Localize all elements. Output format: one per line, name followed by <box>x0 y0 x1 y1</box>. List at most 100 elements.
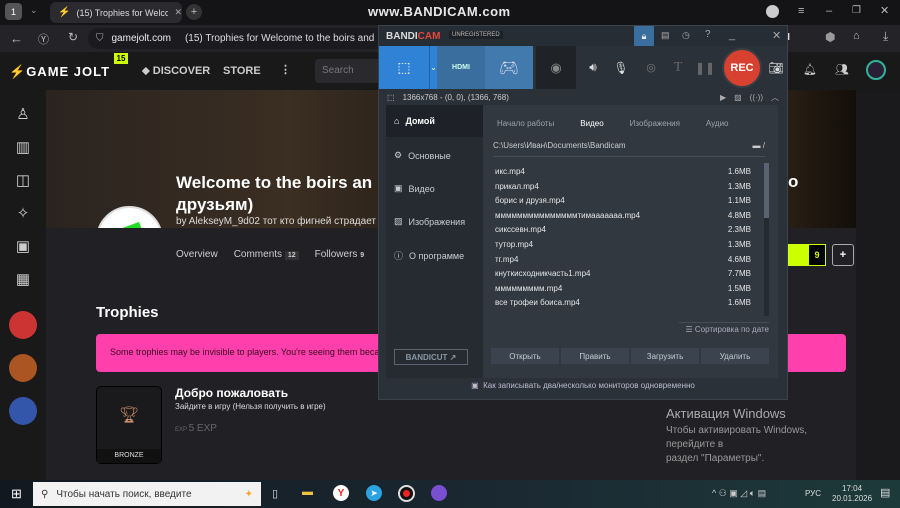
taskbar-search[interactable]: ⚲ Чтобы начать поиск, введите ✦ <box>33 482 261 506</box>
friends-icon[interactable]: 👥︎ <box>835 63 849 76</box>
screen-area-mode-button[interactable]: ⬚ <box>379 46 429 89</box>
upload-button[interactable]: Загрузить <box>631 348 699 364</box>
tab-counter[interactable]: 1 <box>5 3 22 20</box>
file-list-scrollbar[interactable] <box>764 163 769 316</box>
collapse-icon[interactable]: ︿ <box>771 92 779 103</box>
edit-button[interactable]: Править <box>561 348 629 364</box>
nav-video[interactable]: ▣ Видео <box>394 183 435 194</box>
profile-avatar[interactable] <box>766 5 779 18</box>
follow-button[interactable]: 9 <box>788 244 826 266</box>
yandex-browser-icon[interactable]: Y <box>333 485 349 501</box>
tab-followers[interactable]: Followers 9 <box>315 249 364 260</box>
speaker-icon[interactable]: 🔊︎ <box>582 46 604 89</box>
restore-icon[interactable]: ❐ <box>852 5 861 16</box>
broadcast-icon[interactable]: ((·)) <box>750 93 763 102</box>
extension-icon[interactable]: ⬢ <box>825 30 835 44</box>
nav-home[interactable]: ⌂ Домой <box>394 116 435 126</box>
close-icon[interactable]: ✕ <box>772 29 781 42</box>
file-row[interactable]: мммммммммммммммтимааааааа.mp4 4.8MB <box>495 211 751 220</box>
gamejolt-logo[interactable]: ⚡GAME JOLT <box>9 64 110 80</box>
menu-icon[interactable]: ≡ <box>798 5 804 17</box>
sidebar-realms-icon[interactable]: ✧ <box>17 204 30 222</box>
tab-overview[interactable]: Overview <box>176 249 218 260</box>
sort-by-date[interactable]: ☰ Сортировка по дате <box>679 322 769 334</box>
yandex-icon[interactable]: Ⓨ <box>38 31 49 47</box>
bandicam-taskbar-icon[interactable] <box>398 485 415 502</box>
mode-dropdown-icon[interactable]: ⌄ <box>429 46 437 89</box>
community-avatar[interactable] <box>9 397 37 425</box>
tip-link[interactable]: ▣ Как записывать два/несколько мониторов… <box>379 381 787 390</box>
back-icon[interactable]: ← <box>10 31 23 46</box>
minimize-icon[interactable]: _ <box>729 29 735 41</box>
search-input[interactable]: Search <box>315 59 385 83</box>
reload-icon[interactable]: ↻ <box>68 30 78 44</box>
file-row[interactable]: тутор.mp4 1.3MB <box>495 240 751 249</box>
delete-button[interactable]: Удалить <box>701 348 769 364</box>
download-icon[interactable]: ⤓ <box>883 29 888 44</box>
hdmi-mode-button[interactable]: HDMI <box>437 46 485 89</box>
add-button[interactable]: + <box>832 244 854 266</box>
file-row[interactable]: икс.mp4 1.6MB <box>495 167 751 176</box>
community-avatar[interactable] <box>9 311 37 339</box>
task-view-icon[interactable]: ▯ <box>272 487 278 500</box>
nav-images[interactable]: ▨ Изображения <box>394 216 465 227</box>
open-button[interactable]: Открыть <box>491 348 559 364</box>
lock-icon[interactable]: 🔒︎ <box>634 26 654 46</box>
tray-icons[interactable]: ^ ⚇ ▣ ◿ 🔈︎ ▤ <box>712 488 766 499</box>
file-row[interactable]: тг.mp4 4.6MB <box>495 255 751 264</box>
notifications-icon[interactable]: ▤ <box>880 486 890 499</box>
tabs-dropdown-icon[interactable]: ⌄ <box>30 5 38 16</box>
close-window-icon[interactable]: ✕ <box>880 4 889 17</box>
file-row[interactable]: сикссевн.mp4 2.3MB <box>495 225 751 234</box>
file-row[interactable]: борис и друзя.mp4 1.1MB <box>495 196 751 205</box>
tab-images[interactable]: Изображения <box>630 119 680 128</box>
language-indicator[interactable]: РУС <box>805 489 821 498</box>
more-icon[interactable]: ⋮ <box>280 63 291 76</box>
tab-comments[interactable]: Comments 12 <box>234 249 299 260</box>
page-scrollbar[interactable] <box>856 90 900 480</box>
webcam-icon[interactable]: ◉ <box>536 46 576 89</box>
rec-button[interactable]: REC <box>722 48 762 88</box>
tab-video[interactable]: Видео <box>580 119 603 128</box>
sidebar-library-icon[interactable]: ▦ <box>16 270 30 288</box>
gamepad-icon[interactable]: 🎮︎ <box>485 46 533 89</box>
telegram-icon[interactable]: ➤ <box>366 485 382 501</box>
nav-general[interactable]: ⚙ Основные <box>394 150 451 161</box>
tab-active[interactable]: ⚡ (15) Trophies for Welcome ✕ <box>50 2 182 23</box>
nav-discover[interactable]: ⬥ DISCOVER <box>142 65 210 78</box>
help-icon[interactable]: ? <box>705 29 711 40</box>
cursor-effect-icon[interactable]: ◎ <box>641 46 661 89</box>
tab-getting-started[interactable]: Начало работы <box>497 119 554 128</box>
user-avatar[interactable] <box>866 60 886 80</box>
community-avatar[interactable] <box>9 354 37 382</box>
trophy-thumbnail[interactable]: 🏆︎ BRONZE <box>96 386 162 464</box>
folder-icon[interactable]: ▤ <box>661 30 670 41</box>
app-icon[interactable] <box>431 485 447 501</box>
image-icon[interactable]: ▨ <box>734 93 742 102</box>
pause-icon[interactable]: ❚❚ <box>695 46 715 89</box>
sidebar-store-icon[interactable]: ▥ <box>16 138 30 156</box>
text-overlay-icon[interactable]: T <box>669 46 687 89</box>
tab-audio[interactable]: Аудио <box>706 119 729 128</box>
output-folder-path[interactable]: C:\Users\Иван\Documents\Bandicam ▬ / <box>493 141 765 157</box>
sidebar-chat-icon[interactable]: ▣ <box>16 237 30 255</box>
nav-about[interactable]: ⓘ О программе <box>394 249 464 262</box>
bandicut-button[interactable]: BANDICUT ↗ <box>394 349 468 365</box>
microphone-icon[interactable]: 🎙︎ <box>611 46 631 89</box>
file-row[interactable]: все трофеи боиса.mp4 1.6MB <box>495 298 751 307</box>
clock[interactable]: 17:04 20.01.2026 <box>832 484 872 504</box>
sidebar-home-icon[interactable]: ♙ <box>16 105 29 123</box>
sidebar-bag-icon[interactable]: ◫ <box>16 171 30 189</box>
minimize-icon[interactable]: – <box>826 5 832 17</box>
clock-icon[interactable]: ◷ <box>682 30 690 41</box>
file-explorer-icon[interactable]: ▬ <box>302 486 313 498</box>
game-byline[interactable]: by AlekseyM_9d02 тот кто фигней страдает <box>176 216 376 227</box>
new-tab-button[interactable]: + <box>186 4 202 20</box>
video-record-icon[interactable]: ▶ <box>720 93 726 102</box>
camera-icon[interactable]: 📷︎ <box>767 46 785 89</box>
nav-store[interactable]: STORE <box>223 65 261 77</box>
file-row[interactable]: ммммммммм.mp4 1.5MB <box>495 284 751 293</box>
file-row[interactable]: кнуткисходникчасть1.mp4 7.7MB <box>495 269 751 278</box>
bell-icon[interactable]: 🔔︎ <box>803 63 817 76</box>
windows-start-icon[interactable]: ⊞ <box>11 486 22 502</box>
